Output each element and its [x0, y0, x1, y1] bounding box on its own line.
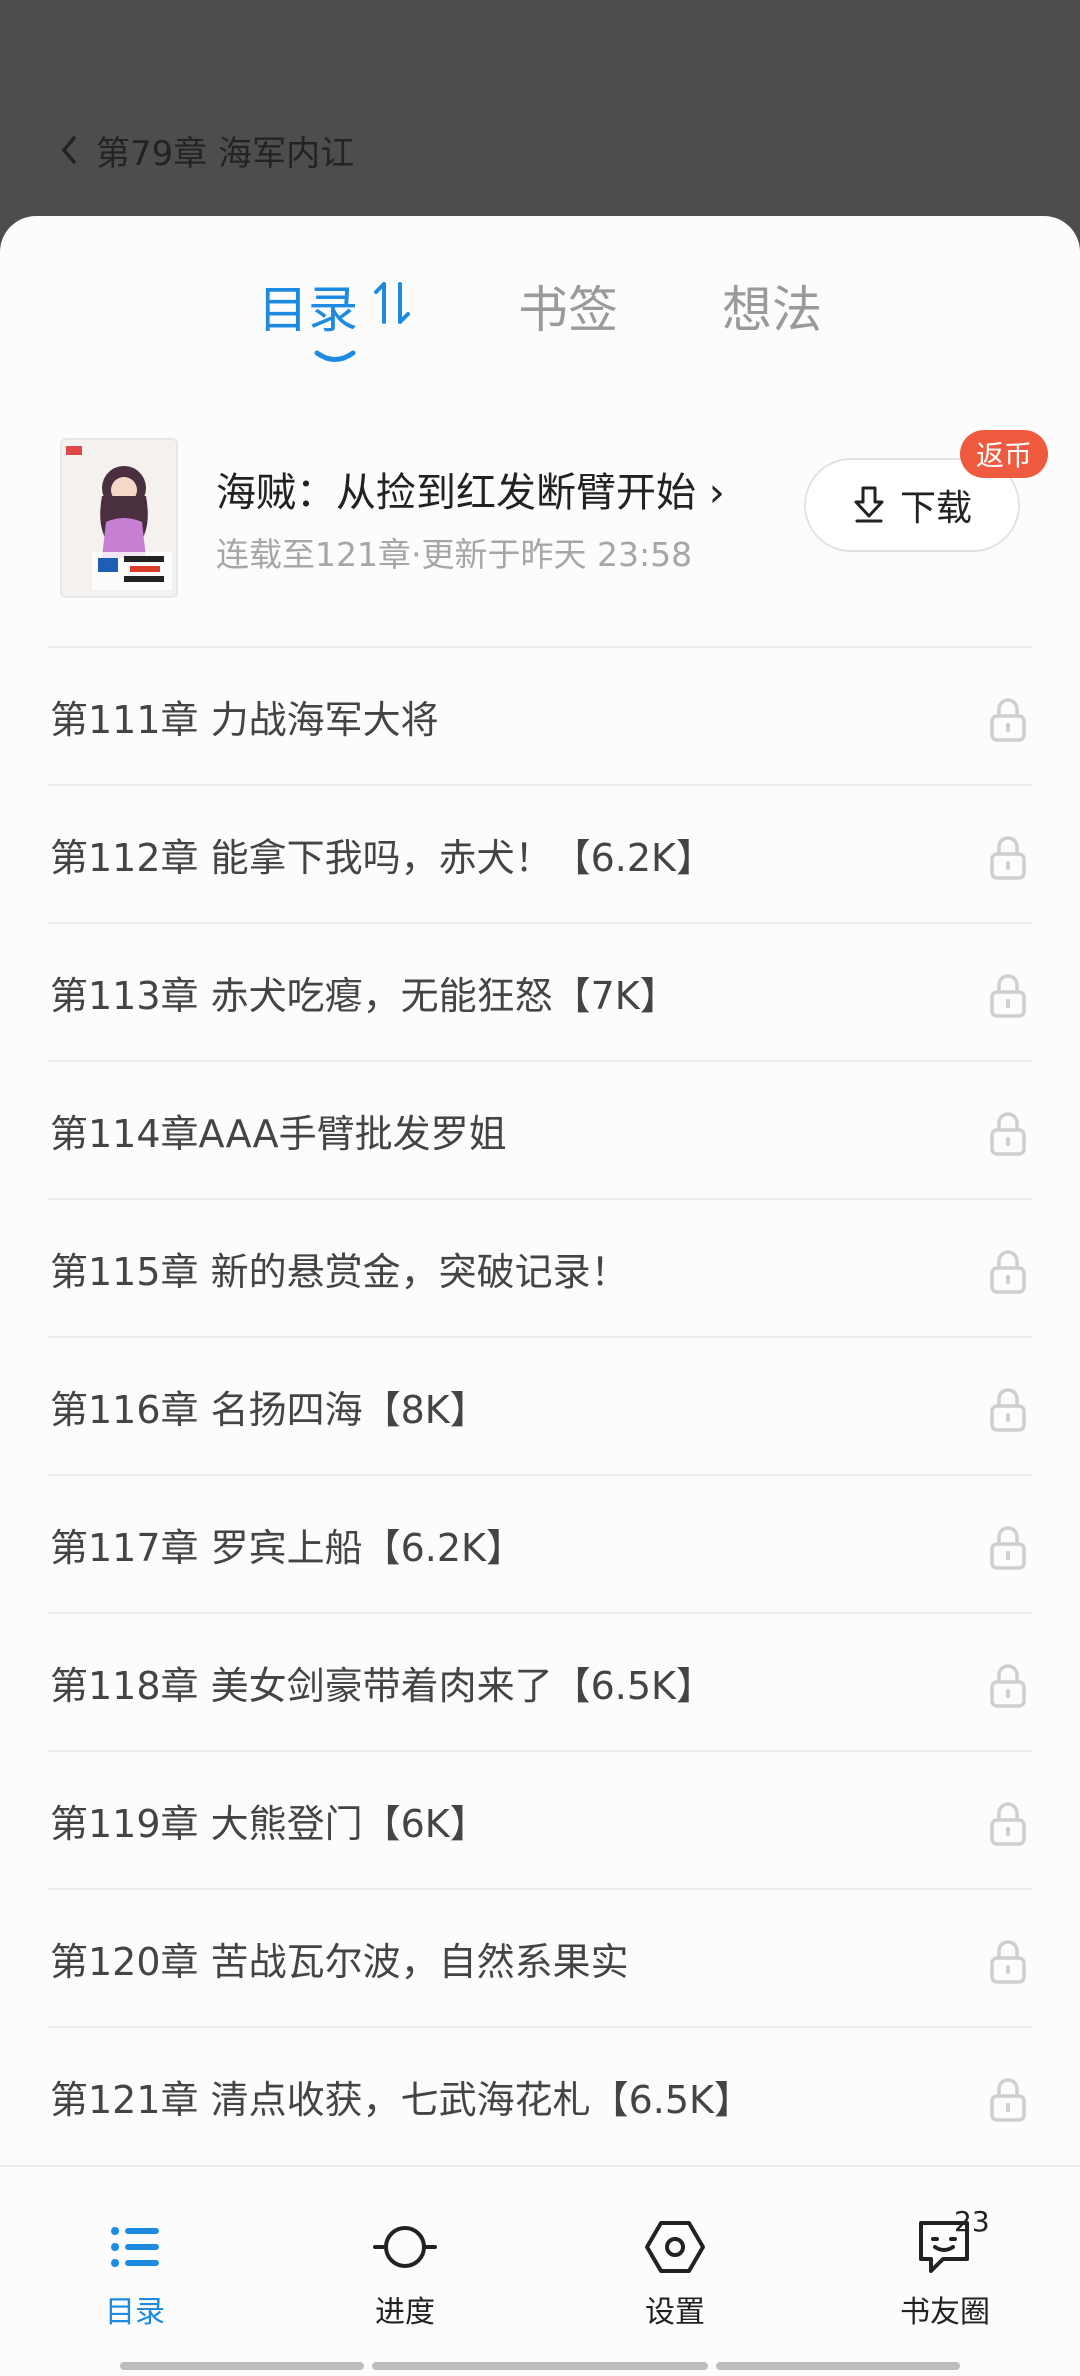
nav-label: 目录	[105, 2295, 165, 2330]
chapter-title: 第111章 力战海军大将	[50, 697, 439, 742]
nav-book-circle[interactable]: 书友圈	[845, 2215, 1045, 2345]
lock-icon	[990, 1526, 1026, 1570]
chapter-title: 第115章 新的悬赏金，突破记录！	[50, 1249, 629, 1294]
chapter-title: 第120章 苦战瓦尔波，自然系果实	[50, 1939, 629, 1984]
lock-icon	[990, 1802, 1026, 1846]
chapter-row[interactable]: 第112章 能拿下我吗，赤犬！【6.2K】	[48, 784, 1032, 922]
book-title[interactable]: 海贼：从捡到红发断臂开始 ›	[216, 460, 725, 518]
chapter-row[interactable]: 第118章 美女剑豪带着肉来了【6.5K】	[48, 1612, 1032, 1750]
chapter-row[interactable]: 第115章 新的悬赏金，突破记录！	[48, 1198, 1032, 1336]
lock-icon	[990, 974, 1026, 1018]
nav-label: 设置	[645, 2295, 705, 2330]
book-update-info: 连载至121章·更新于昨天 23:58	[216, 535, 693, 574]
lock-icon	[990, 1112, 1026, 1156]
settings-icon	[645, 2221, 705, 2273]
download-label: 下载	[899, 488, 972, 529]
lock-icon	[990, 1940, 1026, 1984]
chapter-title: 第114章AAA手臂批发罗姐	[50, 1111, 507, 1156]
chapter-row[interactable]: 第114章AAA手臂批发罗姐	[48, 1060, 1032, 1198]
lock-icon	[990, 2078, 1026, 2122]
nav-settings[interactable]: 设置	[575, 2215, 775, 2345]
lock-icon	[990, 698, 1026, 742]
chapter-list: 第111章 力战海军大将 第112章 能拿下我吗，赤犬！【6.2K】 第113章…	[48, 646, 1032, 2164]
chapter-row[interactable]: 第111章 力战海军大将	[48, 646, 1032, 784]
chapter-row[interactable]: 第116章 名扬四海【8K】	[48, 1336, 1032, 1474]
chapter-row[interactable]: 第120章 苦战瓦尔波，自然系果实	[48, 1888, 1032, 2026]
progress-icon	[373, 2226, 437, 2268]
chapter-row[interactable]: 第119章 大熊登门【6K】	[48, 1750, 1032, 1888]
gesture-bar	[716, 2362, 960, 2370]
book-cover	[60, 438, 178, 598]
chapter-row[interactable]: 第121章 清点收获，七武海花札【6.5K】	[48, 2026, 1032, 2164]
active-tab-indicator	[314, 350, 356, 362]
nav-progress[interactable]: 进度	[305, 2215, 505, 2345]
lock-icon	[990, 836, 1026, 880]
chapter-title: 第118章 美女剑豪带着肉来了【6.5K】	[50, 1663, 714, 1708]
cashback-badge: 返币	[960, 430, 1049, 478]
tab-catalog[interactable]: 目录	[258, 270, 358, 342]
sort-order-icon[interactable]	[372, 280, 412, 326]
nav-label: 进度	[375, 2295, 435, 2330]
chapter-row[interactable]: 第117章 罗宾上船【6.2K】	[48, 1474, 1032, 1612]
chapter-title: 第112章 能拿下我吗，赤犬！【6.2K】	[50, 835, 714, 880]
book-circle-count: 23	[954, 2205, 990, 2238]
download-icon	[854, 486, 884, 523]
gesture-bar	[120, 2362, 364, 2370]
chapter-title: 第113章 赤犬吃瘪，无能狂怒【7K】	[50, 973, 678, 1018]
chapter-title: 第119章 大熊登门【6K】	[50, 1801, 488, 1846]
chapter-title: 第117章 罗宾上船【6.2K】	[50, 1525, 524, 1570]
catalog-sheet: 目录 书签 想法 海贼：从捡到红发断臂开始 › 连载至121章·更新于昨天 23…	[0, 216, 1080, 2376]
lock-icon	[990, 1250, 1026, 1294]
chapter-title: 第121章 清点收获，七武海花札【6.5K】	[50, 2077, 752, 2122]
gesture-bar	[372, 2362, 708, 2370]
lock-icon	[990, 1664, 1026, 1708]
bottom-nav: 目录 进度 设置 书友圈 23	[0, 2165, 1080, 2376]
tab-bar: 目录 书签 想法	[0, 270, 1080, 362]
chapter-title: 第116章 名扬四海【8K】	[50, 1387, 488, 1432]
chevron-left-icon	[61, 136, 76, 164]
tab-bookmark[interactable]: 书签	[518, 270, 618, 342]
chapter-row[interactable]: 第113章 赤犬吃瘪，无能狂怒【7K】	[48, 922, 1032, 1060]
lock-icon	[990, 1388, 1026, 1432]
nav-label: 书友圈	[900, 2295, 990, 2330]
nav-catalog[interactable]: 目录	[35, 2215, 235, 2345]
tab-ideas[interactable]: 想法	[722, 270, 822, 342]
current-chapter-title: 第79章 海军内讧	[96, 133, 355, 174]
list-icon	[111, 2227, 159, 2267]
back-button[interactable]: 第79章 海军内讧	[56, 126, 354, 174]
